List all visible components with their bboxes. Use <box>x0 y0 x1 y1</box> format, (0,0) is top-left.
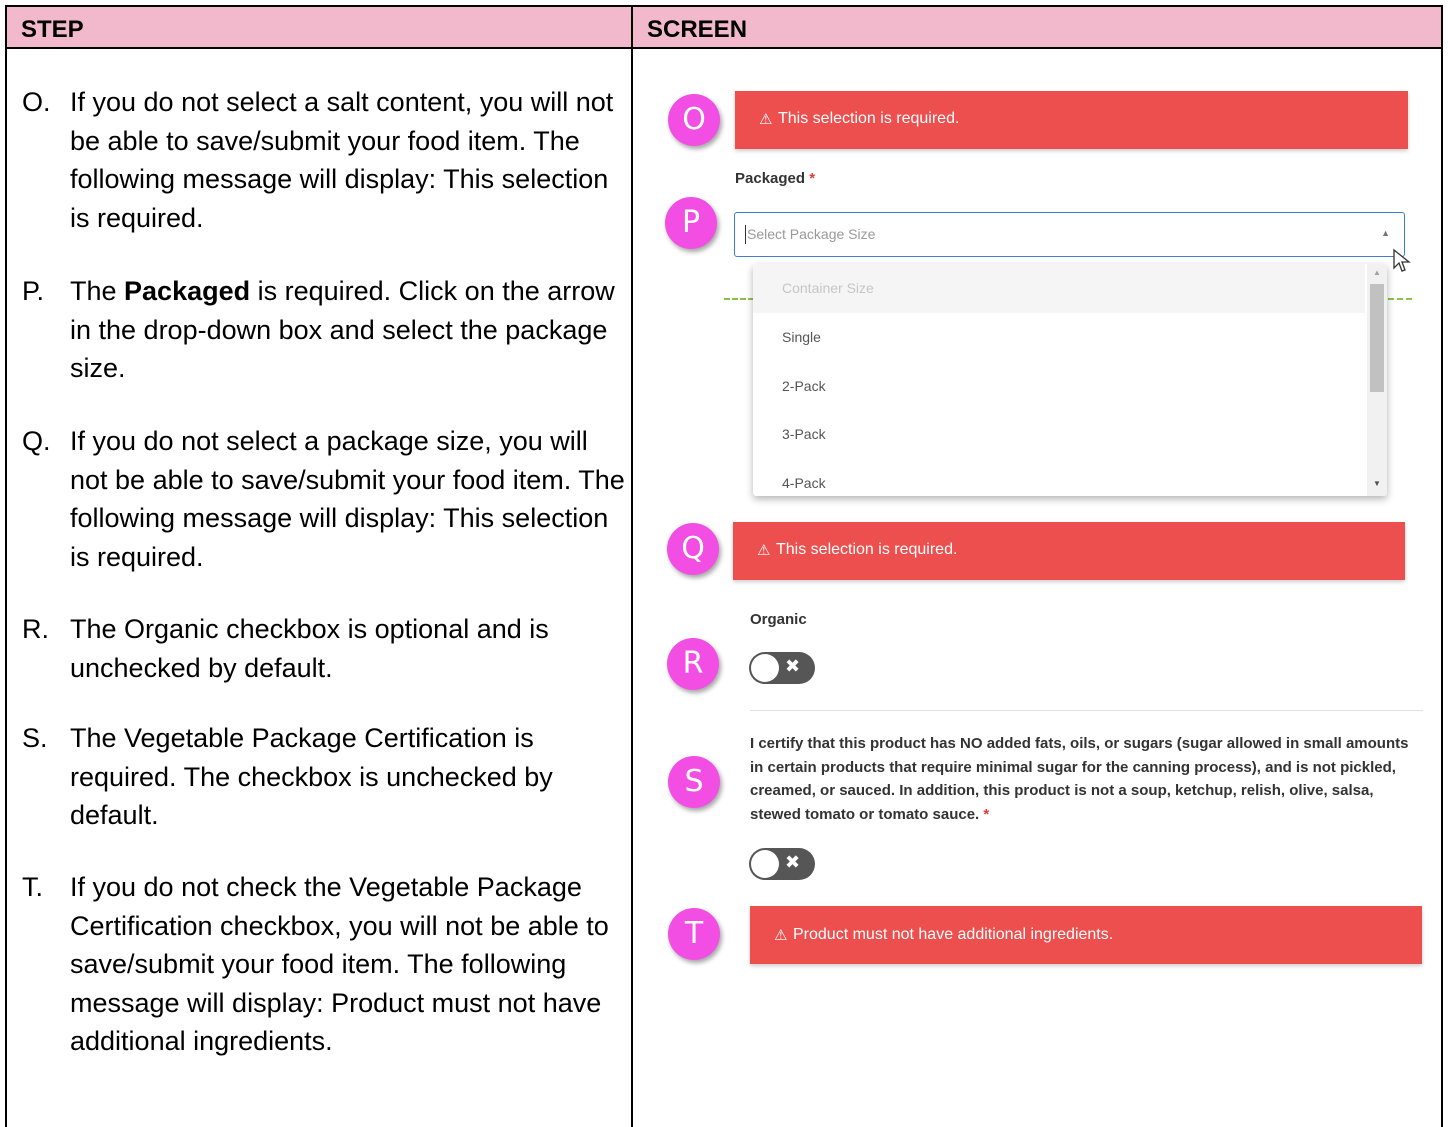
marker-r: R <box>667 638 719 690</box>
certification-toggle[interactable]: ✖ <box>749 848 815 880</box>
table-border-right <box>1441 5 1443 1127</box>
error-banner-salt: ⚠ This selection is required. <box>735 91 1408 149</box>
packaged-label: Packaged * <box>735 170 816 187</box>
mouse-cursor-icon <box>1393 248 1411 272</box>
required-asterisk: * <box>809 170 816 187</box>
warning-icon: ⚠ <box>759 111 773 128</box>
step-header-cell: STEP <box>7 7 631 47</box>
dropdown-option[interactable]: 4-Pack <box>753 459 1365 496</box>
package-size-select[interactable]: Select Package Size ▲ <box>734 212 1405 257</box>
error-banner-package: ⚠ This selection is required. <box>733 522 1405 580</box>
dropdown-scrollbar[interactable]: ▲ ▼ <box>1367 264 1387 496</box>
table-border-top <box>5 5 1443 7</box>
error-message: This selection is required. <box>776 541 958 558</box>
packaged-emphasis: Packaged <box>124 276 251 306</box>
scrollbar-thumb[interactable] <box>1370 284 1384 392</box>
divider-dashed-right <box>1388 298 1412 300</box>
warning-icon: ⚠ <box>757 542 771 559</box>
divider-dashed-left <box>724 298 754 300</box>
marker-s: S <box>668 756 720 808</box>
x-icon: ✖ <box>785 656 801 676</box>
section-divider <box>750 710 1423 711</box>
error-message: Product must not have additional ingredi… <box>793 926 1114 943</box>
dropdown-arrow-icon[interactable]: ▲ <box>1381 228 1390 238</box>
screen-header-cell: SCREEN <box>633 7 1441 47</box>
marker-o: O <box>668 94 720 146</box>
column-divider <box>631 5 633 1127</box>
step-header: STEP <box>21 16 84 43</box>
certification-text: I certify that this product has NO added… <box>750 735 1409 823</box>
text-caret <box>745 225 746 244</box>
package-size-dropdown: Container Size Single 2-Pack 3-Pack 4-Pa… <box>753 264 1387 496</box>
x-icon: ✖ <box>785 852 801 872</box>
marker-p: P <box>665 197 717 249</box>
dropdown-option[interactable]: 3-Pack <box>753 410 1365 459</box>
dropdown-option[interactable]: Single <box>753 313 1365 362</box>
instruction-table: STEP SCREEN O. If you do not select a sa… <box>0 0 1448 1127</box>
dropdown-option[interactable]: 2-Pack <box>753 362 1365 411</box>
toggle-knob <box>751 654 779 682</box>
marker-q: Q <box>667 523 719 575</box>
warning-icon: ⚠ <box>774 927 788 944</box>
marker-t: T <box>668 908 720 960</box>
header-divider <box>5 47 1443 49</box>
error-message: This selection is required. <box>778 110 960 127</box>
organic-label: Organic <box>750 611 807 628</box>
scroll-up-icon[interactable]: ▲ <box>1373 268 1381 277</box>
required-asterisk: * <box>983 805 990 823</box>
error-banner-certification: ⚠ Product must not have additional ingre… <box>750 906 1422 964</box>
select-placeholder: Select Package Size <box>747 226 876 242</box>
scroll-down-icon[interactable]: ▼ <box>1373 479 1381 488</box>
screen-header: SCREEN <box>647 16 748 43</box>
organic-toggle[interactable]: ✖ <box>749 652 815 684</box>
dropdown-option: Container Size <box>753 264 1365 313</box>
toggle-knob <box>751 850 779 878</box>
table-border-left <box>5 5 7 1127</box>
